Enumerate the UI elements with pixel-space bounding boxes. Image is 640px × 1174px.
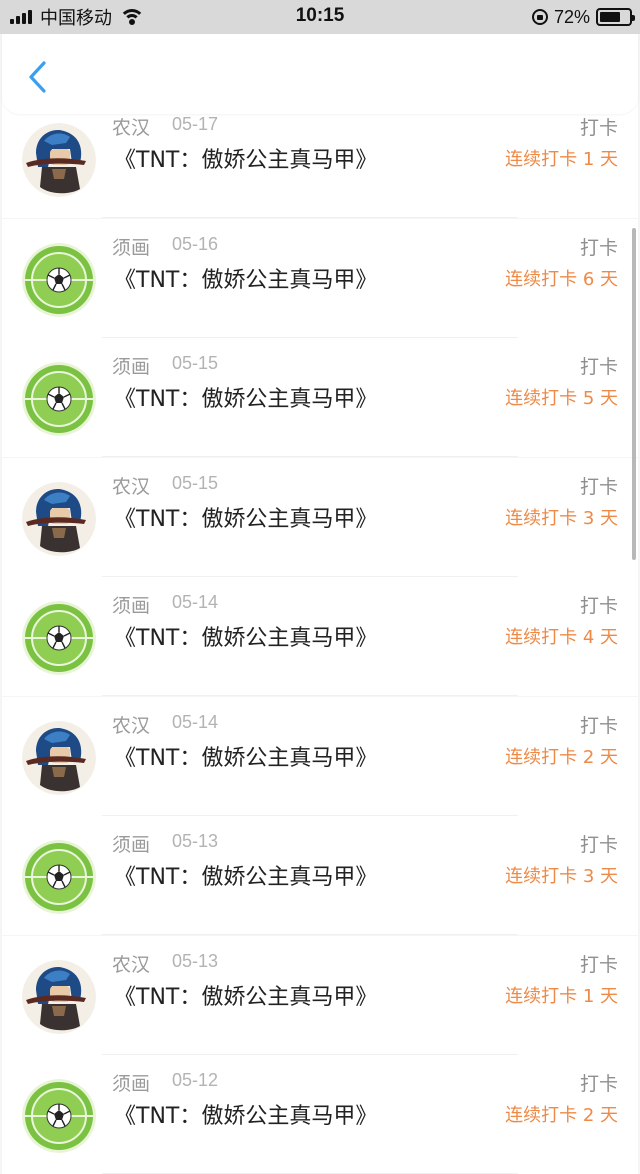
avatar[interactable] [22,601,96,675]
streak-label: 连续打卡 4 天 [505,627,618,648]
list-item[interactable]: 须画 05-15 《TNT：傲娇公主真马甲》 打卡连续打卡 5 天 [2,338,638,457]
action-label: 打卡 [579,236,618,259]
soccer-ball-icon [22,362,96,436]
user-name[interactable]: 农汉 [112,472,150,499]
user-name[interactable]: 农汉 [112,950,150,977]
list-item-row: 农汉 05-14 《TNT：傲娇公主真马甲》 打卡连续打卡 2 天 [2,697,638,816]
action-label: 打卡 [579,475,618,498]
list-item-row: 农汉 05-13 《TNT：傲娇公主真马甲》 打卡连续打卡 1 天 [2,936,638,1055]
user-name[interactable]: 须画 [112,830,150,857]
action-label: 打卡 [579,953,618,976]
list-item-row: 须画 05-15 《TNT：傲娇公主真马甲》 打卡连续打卡 5 天 [2,338,638,457]
avatar[interactable] [22,1079,96,1153]
book-title[interactable]: 《TNT：傲娇公主真马甲》 [114,381,377,413]
list-item-row: 须画 05-13 《TNT：傲娇公主真马甲》 打卡连续打卡 3 天 [2,816,638,935]
soccer-ball-icon [22,840,96,914]
user-name[interactable]: 须画 [112,233,150,260]
book-title[interactable]: 《TNT：傲娇公主真马甲》 [114,979,377,1011]
action-label: 打卡 [579,1073,618,1095]
book-title[interactable]: 《TNT：傲娇公主真马甲》 [114,501,377,533]
action-label: 打卡 [579,117,618,139]
user-name[interactable]: 须画 [112,352,150,379]
list-item[interactable]: 农汉 05-14 《TNT：傲娇公主真马甲》 打卡连续打卡 2 天 [2,696,638,816]
back-button[interactable] [24,60,54,94]
book-title[interactable]: 《TNT：傲娇公主真马甲》 [114,142,377,174]
checkin-date: 05-17 [172,114,219,134]
action-label: 打卡 [579,595,618,617]
list-item-row: 农汉 05-15 《TNT：傲娇公主真马甲》 打卡连续打卡 3 天 [2,458,638,577]
checkin-date: 05-14 [172,592,219,612]
book-title[interactable]: 《TNT：傲娇公主真马甲》 [114,620,377,652]
user-name[interactable]: 须画 [112,1069,150,1096]
avatar[interactable] [22,123,96,197]
streak-label: 连续打卡 3 天 [505,866,618,887]
checkin-date: 05-15 [172,353,219,373]
list-item-row: 须画 05-16 《TNT：傲娇公主真马甲》 打卡连续打卡 6 天 [2,219,638,338]
action-label: 打卡 [579,714,618,737]
streak-label: 连续打卡 3 天 [505,507,618,529]
soccer-ball-icon [22,1079,96,1153]
chevron-left-icon [29,61,46,93]
avatar[interactable] [22,959,96,1034]
list-item-row: 须画 05-12 《TNT：傲娇公主真马甲》 打卡连续打卡 2 天 [2,1055,638,1174]
book-title[interactable]: 《TNT：傲娇公主真马甲》 [114,262,377,294]
soccer-ball-icon [22,242,96,317]
navigation-bar [2,34,638,114]
book-title[interactable]: 《TNT：傲娇公主真马甲》 [114,1098,377,1130]
list-item[interactable]: 须画 05-14 《TNT：傲娇公主真马甲》 打卡连续打卡 4 天 [2,577,638,696]
character-avatar-icon [22,481,96,556]
character-avatar-icon [22,123,96,197]
checkin-date: 05-14 [172,711,219,732]
list-item[interactable]: 农汉 05-17 《TNT：傲娇公主真马甲》 打卡连续打卡 1 天 [2,99,638,218]
character-avatar-icon [22,959,96,1034]
avatar[interactable] [22,481,96,556]
list-item[interactable]: 须画 05-16 《TNT：傲娇公主真马甲》 打卡连续打卡 6 天 [2,218,638,338]
checkin-date: 05-12 [172,1070,219,1090]
list-item[interactable]: 须画 05-12 《TNT：傲娇公主真马甲》 打卡连续打卡 2 天 [2,1055,638,1174]
list-item[interactable]: 须画 05-13 《TNT：傲娇公主真马甲》 打卡连续打卡 3 天 [2,816,638,935]
avatar[interactable] [22,840,96,914]
action-label: 打卡 [579,356,618,378]
action-label: 打卡 [579,834,618,856]
book-title[interactable]: 《TNT：傲娇公主真马甲》 [114,740,377,772]
checkin-date: 05-15 [172,472,219,493]
user-name[interactable]: 须画 [112,591,150,618]
soccer-ball-icon [22,601,96,675]
book-title[interactable]: 《TNT：傲娇公主真马甲》 [114,859,377,891]
streak-label: 连续打卡 1 天 [505,985,618,1007]
checkin-date: 05-13 [172,950,219,971]
streak-label: 连续打卡 5 天 [505,388,618,409]
avatar[interactable] [22,720,96,795]
user-name[interactable]: 农汉 [112,113,150,140]
list-item[interactable]: 农汉 05-15 《TNT：傲娇公主真马甲》 打卡连续打卡 3 天 [2,457,638,577]
streak-label: 连续打卡 2 天 [505,746,618,768]
checkin-date: 05-16 [172,233,219,254]
avatar[interactable] [22,242,96,317]
list-item-row: 农汉 05-17 《TNT：傲娇公主真马甲》 打卡连续打卡 1 天 [2,99,638,218]
user-name[interactable]: 农汉 [112,711,150,738]
streak-label: 连续打卡 6 天 [505,268,618,290]
checkin-list: 农汉 05-17 《TNT：傲娇公主真马甲》 打卡 连续打卡 1 天须画 05-16 《TN… [0,0,640,1174]
list-item[interactable]: 农汉 05-13 《TNT：傲娇公主真马甲》 打卡连续打卡 1 天 [2,935,638,1055]
scrollbar[interactable] [632,228,636,560]
streak-label: 连续打卡 1 天 [505,149,618,170]
character-avatar-icon [22,720,96,795]
avatar[interactable] [22,362,96,436]
list-item-row: 须画 05-14 《TNT：傲娇公主真马甲》 打卡连续打卡 4 天 [2,577,638,696]
streak-label: 连续打卡 2 天 [505,1105,618,1126]
checkin-date: 05-13 [172,831,219,851]
